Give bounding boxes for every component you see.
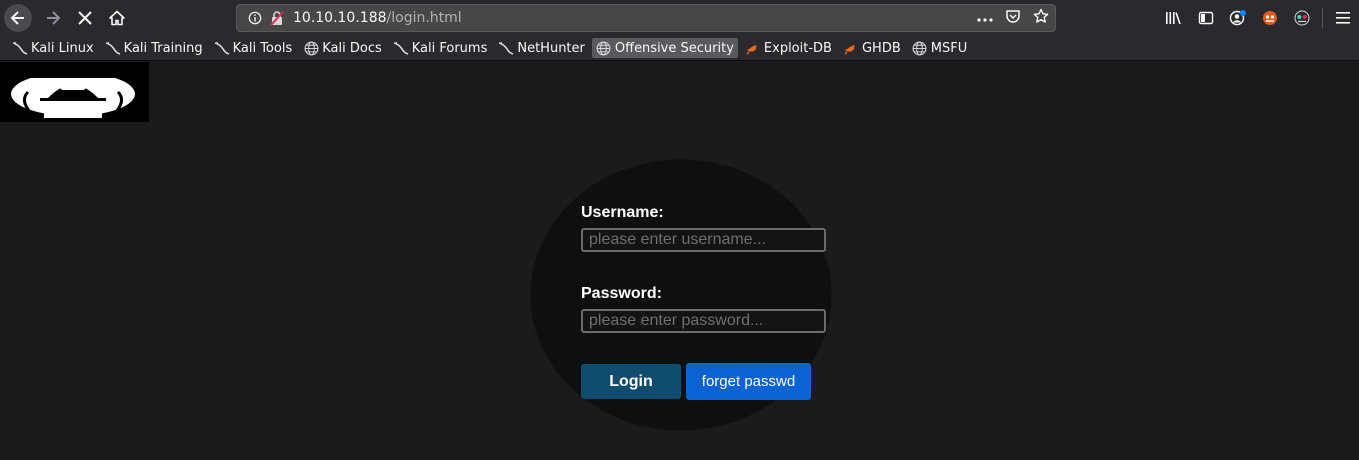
browser-toolbar: 10.10.10.188/login.html (0, 0, 1359, 36)
site-logo (0, 62, 149, 122)
kali-icon (393, 40, 409, 56)
kali-icon (498, 40, 514, 56)
login-button[interactable]: Login (581, 364, 681, 399)
extension-icon[interactable] (1254, 6, 1286, 30)
bookmark-offensive-security[interactable]: Offensive Security (591, 38, 738, 58)
bookmark-kali-forums[interactable]: Kali Forums (389, 38, 492, 58)
bookmark-label: Exploit-DB (763, 40, 832, 56)
globe-icon (596, 40, 612, 56)
stop-icon (78, 11, 92, 25)
url-host: 10.10.10.188 (293, 10, 387, 26)
username-input[interactable] (581, 228, 826, 252)
bookmark-nethunter[interactable]: NetHunter (494, 38, 589, 58)
url-path: /login.html (386, 10, 462, 26)
password-label: Password: (581, 285, 662, 302)
urlbar-actions (977, 5, 1049, 31)
extension-icon[interactable] (1286, 6, 1318, 30)
bookmark-label: GHDB (861, 40, 901, 56)
home-icon (109, 10, 125, 26)
forward-arrow-icon (47, 11, 61, 25)
username-label: Username: (581, 204, 664, 221)
back-button[interactable] (4, 4, 32, 32)
more-icon[interactable] (977, 10, 993, 26)
bookmark-kali-training[interactable]: Kali Training (101, 38, 207, 58)
bookmark-label: Kali Docs (322, 40, 382, 56)
sidebar-icon[interactable] (1190, 6, 1222, 30)
bookmark-label: MSFU (930, 40, 968, 56)
kali-icon (105, 40, 121, 56)
globe-icon (303, 40, 319, 56)
hamburger-menu-icon[interactable] (1327, 6, 1359, 30)
kali-icon (214, 40, 230, 56)
star-icon[interactable] (1033, 8, 1049, 28)
forget-password-button[interactable]: forget passwd (686, 363, 811, 400)
account-icon[interactable] (1222, 6, 1254, 30)
exploitdb-icon (745, 40, 761, 56)
bookmark-label: Kali Forums (411, 40, 488, 56)
exploitdb-icon (843, 40, 859, 56)
library-icon[interactable] (1158, 6, 1190, 30)
bookmark-label: Offensive Security (614, 40, 734, 56)
stop-button[interactable] (71, 4, 99, 32)
bookmark-label: NetHunter (517, 40, 585, 56)
bookmark-exploit-db[interactable]: Exploit-DB (741, 38, 836, 58)
toolbar-right (1158, 6, 1359, 30)
bookmarks-toolbar: Kali Linux Kali Training Kali Tools Kali… (0, 36, 1359, 61)
back-arrow-icon (10, 11, 24, 25)
info-icon[interactable] (247, 11, 263, 25)
url-text: 10.10.10.188/login.html (293, 10, 462, 26)
toolbar-separator (1322, 8, 1323, 28)
bookmark-label: Kali Linux (31, 40, 94, 56)
pocket-icon[interactable] (1005, 8, 1021, 28)
bookmark-kali-docs[interactable]: Kali Docs (299, 38, 386, 58)
insecure-lock-icon[interactable] (269, 10, 285, 26)
bookmark-ghdb[interactable]: GHDB (839, 38, 905, 58)
bookmark-label: Kali Tools (232, 40, 293, 56)
bookmark-msfu[interactable]: MSFU (908, 38, 971, 58)
kali-icon (12, 40, 28, 56)
forward-button[interactable] (39, 4, 67, 32)
globe-icon (912, 40, 928, 56)
bookmark-kali-tools[interactable]: Kali Tools (210, 38, 297, 58)
bookmark-kali-linux[interactable]: Kali Linux (8, 38, 98, 58)
home-button[interactable] (103, 4, 131, 32)
password-input[interactable] (581, 309, 826, 333)
bookmark-label: Kali Training (123, 40, 203, 56)
address-bar[interactable]: 10.10.10.188/login.html (236, 4, 1056, 32)
